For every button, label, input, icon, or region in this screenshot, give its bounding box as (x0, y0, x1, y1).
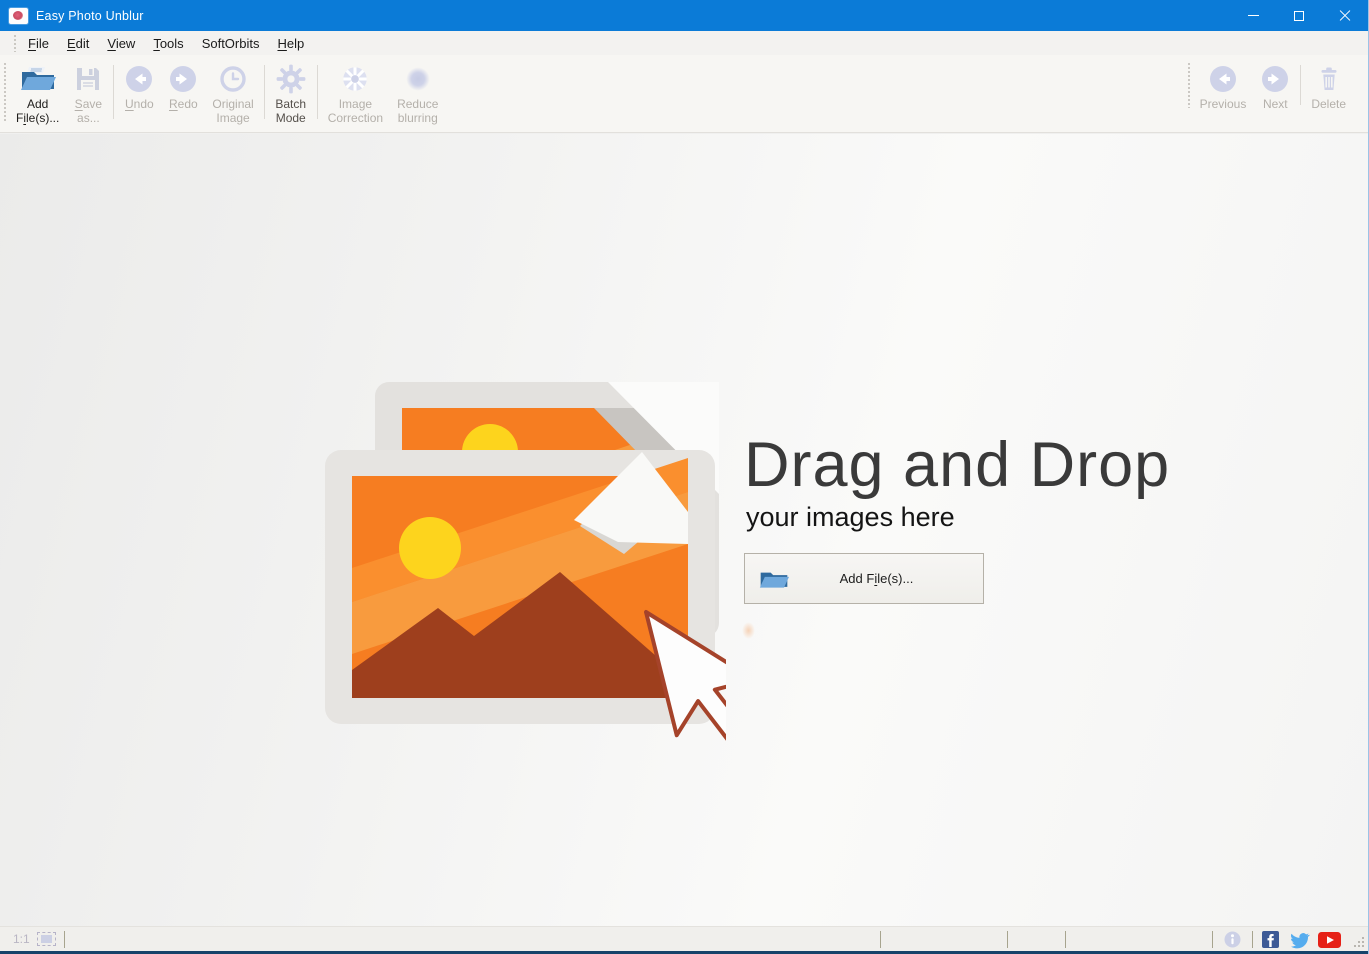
statusbar-separator (1007, 931, 1008, 948)
open-folder-icon (19, 61, 57, 97)
open-folder-icon (758, 566, 790, 591)
toolbar-separator (113, 65, 114, 119)
maximize-icon (1294, 11, 1304, 21)
toolbar-next-button[interactable]: Next (1253, 59, 1297, 111)
minimize-icon (1248, 15, 1259, 16)
drag-drop-illustration (322, 372, 726, 767)
add-files-button[interactable]: Add File(s)... (744, 553, 984, 604)
drag-drop-heading: Drag and Drop (744, 429, 1170, 501)
youtube-icon[interactable] (1318, 932, 1341, 948)
toolbar: Add File(s)... Save (0, 55, 1368, 133)
zoom-ratio-label: 1:1 (13, 932, 30, 946)
close-button[interactable] (1322, 0, 1368, 31)
history-clock-icon (218, 61, 248, 97)
toolbar-left-group: Add File(s)... Save (2, 59, 445, 125)
drop-zone[interactable]: Drag and Drop your images here Add File(… (0, 134, 1368, 926)
toolbar-separator (264, 65, 265, 119)
menubar-drag-handle[interactable] (13, 34, 17, 52)
menubar: File Edit View Tools SoftOrbits Help (0, 31, 1368, 55)
menu-item-help[interactable]: Help (268, 33, 313, 54)
toolbar-image-correction-button[interactable]: Image Correction (321, 59, 390, 125)
toolbar-redo-button[interactable]: Redo (161, 59, 205, 125)
floppy-disk-icon (73, 61, 103, 97)
minimize-button[interactable] (1230, 0, 1276, 31)
toolbar-right-group: Previous Next (1186, 59, 1353, 111)
toolbar-save-as-button[interactable]: Save as... (66, 59, 110, 125)
fit-to-screen-icon[interactable] (37, 932, 56, 946)
circle-arrow-right-icon (168, 61, 198, 97)
front-photo (325, 450, 715, 724)
statusbar-separator (64, 931, 65, 948)
menu-item-tools[interactable]: Tools (144, 33, 192, 54)
statusbar: 1:1 (0, 926, 1368, 951)
circle-arrow-left-icon (124, 61, 154, 97)
sun-icon (339, 61, 371, 97)
menu-item-edit[interactable]: Edit (58, 33, 98, 54)
facebook-icon[interactable] (1262, 931, 1279, 948)
window-controls (1230, 0, 1368, 31)
toolbar-separator (1300, 65, 1301, 105)
statusbar-separator (1065, 931, 1066, 948)
window-title: Easy Photo Unblur (36, 9, 144, 23)
circle-arrow-left-icon (1208, 61, 1238, 97)
statusbar-separator (880, 931, 881, 948)
blur-circle-icon (402, 61, 434, 97)
toolbar-original-image-button[interactable]: Original Image (205, 59, 260, 125)
menu-item-softorbits[interactable]: SoftOrbits (193, 33, 269, 54)
app-window: Easy Photo Unblur File Edit View Tools S… (0, 0, 1369, 954)
toolbar-add-files-button[interactable]: Add File(s)... (9, 59, 66, 125)
toolbar-batch-mode-button[interactable]: Batch Mode (268, 59, 314, 125)
toolbar-undo-button[interactable]: Undo (117, 59, 161, 125)
titlebar: Easy Photo Unblur (0, 0, 1368, 31)
toolbar-reduce-blurring-button[interactable]: Reduce blurring (390, 59, 445, 125)
menu-item-view[interactable]: View (98, 33, 144, 54)
toolbar-previous-button[interactable]: Previous (1193, 59, 1254, 111)
drag-drop-subheading: your images here (746, 502, 955, 533)
statusbar-separator (1212, 931, 1213, 948)
menu-item-file[interactable]: File (19, 33, 58, 54)
gear-icon (275, 61, 307, 97)
toolbar-drag-handle[interactable] (1187, 62, 1191, 108)
toolbar-delete-button[interactable]: Delete (1304, 59, 1353, 111)
info-icon[interactable] (1224, 931, 1241, 948)
app-icon (9, 8, 28, 24)
stray-orange-dot (742, 622, 755, 639)
toolbar-separator (317, 65, 318, 119)
maximize-button[interactable] (1276, 0, 1322, 31)
twitter-icon[interactable] (1290, 933, 1310, 949)
circle-arrow-right-icon (1260, 61, 1290, 97)
statusbar-separator (1252, 931, 1253, 948)
close-icon (1339, 10, 1351, 22)
trash-icon (1314, 61, 1344, 97)
toolbar-drag-handle[interactable] (3, 62, 7, 122)
